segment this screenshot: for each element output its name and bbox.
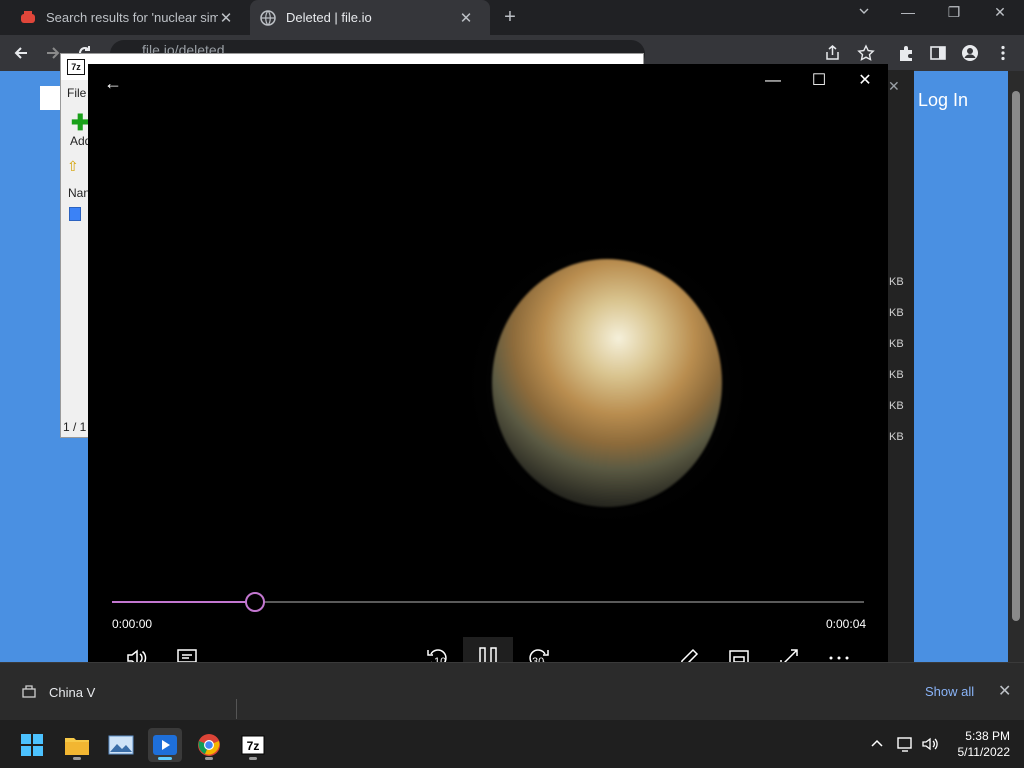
download-item-name[interactable]: China V [49,685,95,700]
file-icon [69,207,81,221]
tab-title: Search results for 'nuclear simula [46,10,218,25]
file-size: KB [889,369,904,381]
clock-time: 5:38 PM [965,729,1010,743]
side-panel-icon[interactable] [929,44,947,62]
start-icon[interactable] [15,728,49,762]
media-player-window: ← — ☐ ✕ 0:00:00 0:00:04 10 [88,64,888,697]
volume-tray-icon[interactable] [921,736,939,755]
spinning-globe-image [492,259,722,507]
download-separator [236,699,237,719]
seek-bar[interactable] [112,592,864,612]
sevenzip-logo: 7z [67,59,85,75]
running-indicator [73,757,81,760]
file-explorer-icon[interactable] [60,728,94,762]
tab-search-chevron-icon[interactable] [852,4,876,20]
media-player-icon[interactable] [148,728,182,762]
folder-up-icon[interactable]: ⇧ [67,158,79,175]
file-size: KB [889,307,904,319]
seek-thumb[interactable] [245,592,265,612]
document-icon [40,86,60,110]
profile-avatar-icon[interactable] [961,44,979,62]
photos-icon[interactable] [104,728,138,762]
tray-overflow-chevron-icon[interactable] [870,736,884,751]
seek-progress [112,601,255,603]
bookmark-star-icon[interactable] [857,44,875,62]
taskbar: 7z 5:38 PM 5/11/2022 [0,720,1024,768]
file-size: KB [889,400,904,412]
chrome-icon[interactable] [192,728,226,762]
close-tab-icon[interactable]: ✕ [458,9,474,27]
tab-title: Deleted | file.io [286,10,372,25]
login-link[interactable]: Log In [918,90,968,111]
extensions-puzzle-icon[interactable] [897,44,915,62]
scrollbar-thumb[interactable] [1012,91,1020,621]
7zip-icon[interactable]: 7z [236,728,270,762]
tab-strip: Search results for 'nuclear simula ✕ Del… [0,0,1024,35]
svg-text:7z: 7z [247,739,260,753]
game-controller-icon [20,10,36,26]
running-indicator [205,757,213,760]
column-header-name[interactable]: Nan [68,186,90,200]
player-close-button[interactable]: ✕ [854,70,876,92]
file-list-panel [888,70,914,662]
close-tab-icon[interactable]: ✕ [218,9,234,27]
file-size: KB [889,276,904,288]
clock-date: 5/11/2022 [957,745,1011,759]
downloads-bar: China V Show all ✕ [0,662,1024,720]
browser-restore-button[interactable]: ❐ [942,4,966,21]
sevenzip-status: 1 / 1 [63,420,87,434]
tab-deleted-fileio[interactable]: Deleted | file.io ✕ [250,0,490,35]
page-scrollbar[interactable] [1008,71,1024,662]
file-size: KB [889,338,904,350]
system-clock[interactable]: 5:38 PM 5/11/2022 [950,728,1011,760]
show-all-button[interactable]: Show all [925,684,974,699]
ellipsis-icon [828,655,850,661]
running-indicator [249,757,257,760]
elapsed-time: 0:00:00 [112,617,153,631]
player-maximize-button[interactable]: ☐ [808,70,830,92]
sevenzip-menu-file[interactable]: File [67,86,86,100]
add-plus-icon[interactable]: ✚ [71,110,89,136]
running-indicator [158,757,172,760]
network-icon[interactable] [897,736,915,755]
browser-menu-icon[interactable] [994,44,1012,62]
tab-search-results[interactable]: Search results for 'nuclear simula ✕ [8,0,248,35]
browser-minimize-button[interactable]: — [896,4,920,20]
globe-icon [260,9,276,26]
remaining-time: 0:00:04 [826,617,867,631]
close-downloads-bar-button[interactable]: ✕ [998,681,1011,701]
share-icon[interactable] [824,44,842,62]
file-size: KB [889,431,904,443]
browser-close-button[interactable]: ✕ [988,4,1012,21]
video-frame[interactable] [88,104,888,624]
back-arrow-icon[interactable] [12,44,30,62]
back-arrow-icon[interactable]: ← [102,72,124,94]
player-minimize-button[interactable]: — [762,70,784,92]
new-tab-button[interactable]: + [500,6,520,29]
panel-close-icon[interactable]: ✕ [888,78,900,95]
download-file-icon [22,685,36,699]
